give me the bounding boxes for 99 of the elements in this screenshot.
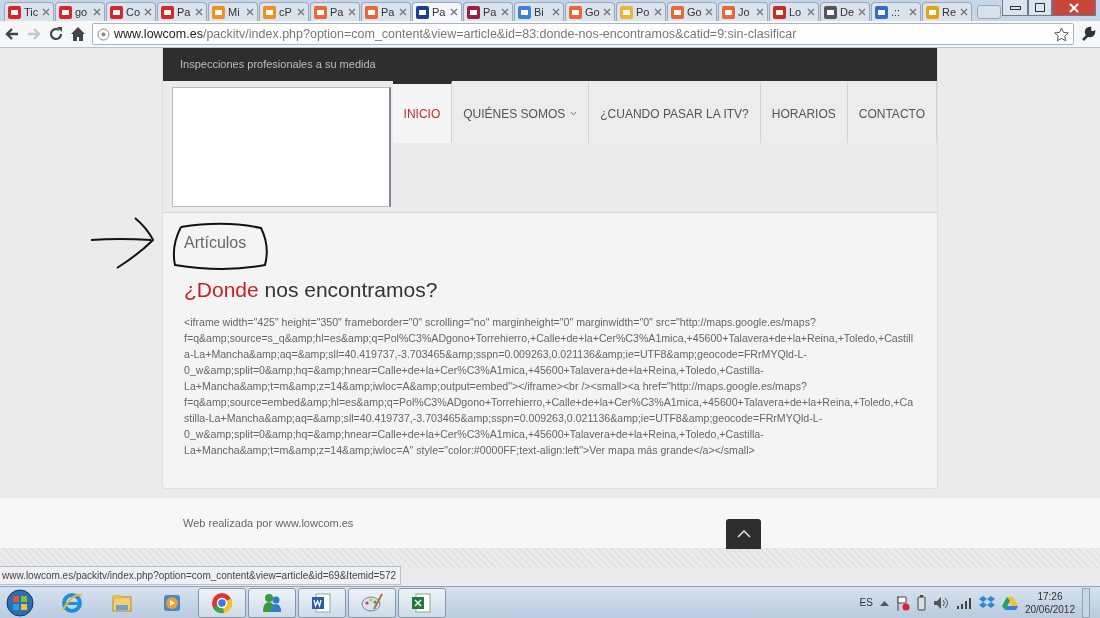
show-desktop-button[interactable] [1082, 587, 1090, 618]
site-icon [263, 5, 276, 19]
site-icon [416, 5, 429, 19]
document-icon [310, 590, 334, 615]
close-icon[interactable] [705, 8, 713, 16]
close-icon[interactable] [501, 8, 509, 16]
close-icon [1069, 2, 1079, 13]
nav-item[interactable]: INICIO [392, 81, 453, 143]
site-icon [365, 5, 378, 19]
close-icon[interactable] [399, 8, 407, 16]
close-icon[interactable] [93, 8, 101, 16]
reload-icon[interactable] [48, 26, 64, 42]
close-icon[interactable] [756, 8, 764, 16]
signal-icon[interactable] [955, 596, 972, 609]
site-icon [161, 5, 174, 19]
globe-icon [97, 27, 110, 41]
close-icon[interactable] [858, 8, 866, 16]
close-icon[interactable] [42, 8, 50, 16]
maximize-icon [1035, 3, 1045, 12]
box-icon[interactable] [978, 595, 995, 610]
close-button[interactable] [1052, 0, 1096, 16]
site-icon [722, 5, 735, 19]
taskbar-app[interactable] [348, 587, 396, 618]
site-icon [926, 5, 939, 19]
close-icon[interactable] [246, 8, 254, 16]
article-text: <iframe width="425" height="350" frameborder="0" scrolling="no" marginheight="0" marginwidth="0" src="http://maps.google.es/maps?f=q&amp;source=s_q&amp;hl=es&amp;q=Pol%C3%ADgono+Torrehierro,+Calle+de+la+Cer%C3%A1mica,+45600+Talavera+de+la+Reina,+Toledo,+Castilla-La+Mancha&amp;aq=&amp;sll=40.419737,-3.703465&amp;sspn=0.009263,0.021136&amp;ie=UTF8&amp;geocode=FRrMYQld-L-0_w&amp;split=0&amp;hq=&amp;hnear=Calle+de+la+Cer%C3%A1mica,+45600+Talavera+de+la+Reina,+Toledo,+Castilla-La+Mancha&amp;t=m&amp;z=14&amp;iwloc=A&amp;output=embed"></iframe><br /><small><a href="http://maps.google.es/maps?f=q&amp;source=embed&amp;hl=es&amp;q=Pol%C3%ADgono+Torrehierro,+Calle+de+la+Cer%C3%A1mica,+45600+Talavera+de+la+Reina,+Toledo,+Castilla-La+Mancha&amp;aq=&amp;sll=40.419737,-3.703465&amp;sspn=0.009263,0.021136&amp;ie=UTF8&amp;geocode=FRrMYQld-L-0_w&amp;split=0&amp;hq=&amp;hnear=Calle+de+la+Cer%C3%A1mica,+45600+Talavera+de+la+Reina,+Toledo,+Castilla-La+Mancha&amp;t=m&amp;z=14&amp;iwloc=A" style="color:#0000FF;text-align:left">Ver mapa más grande</a></small> [184, 315, 915, 459]
close-icon[interactable] [552, 8, 560, 16]
taskbar-app[interactable] [198, 587, 246, 618]
close-icon[interactable] [960, 8, 968, 16]
clock[interactable]: 17:26 20/06/2012 [1024, 589, 1075, 616]
browser-tab[interactable]: Re [922, 2, 972, 21]
site-icon [773, 5, 786, 19]
triangle-icon[interactable] [1001, 595, 1018, 610]
site-icon [569, 5, 582, 19]
close-icon[interactable] [297, 8, 305, 16]
browser-tab[interactable]: Pa [157, 2, 207, 21]
footer-text: Web realizada por www.lowcom.es [183, 515, 354, 531]
taskbar-app[interactable] [298, 587, 346, 618]
browser-tab[interactable]: Mi [208, 2, 258, 21]
browser-tab[interactable]: Pa [361, 2, 411, 21]
site-icon [59, 5, 72, 19]
close-icon[interactable] [195, 8, 203, 16]
close-icon[interactable] [348, 8, 356, 16]
flag-icon[interactable] [895, 594, 910, 611]
close-icon[interactable] [654, 8, 662, 16]
browser-tab[interactable]: cP [259, 2, 309, 21]
browser-tab[interactable]: Jo [718, 2, 768, 21]
category-title: Artículos [184, 233, 247, 253]
site-icon [824, 5, 837, 19]
site-icon [620, 5, 633, 19]
chrome-icon [210, 590, 234, 615]
site-icon [314, 5, 327, 19]
wrench-icon[interactable] [1080, 26, 1096, 42]
back-to-top-button[interactable] [726, 519, 761, 550]
browser-tab[interactable]: .:: [871, 2, 921, 21]
browser-tab[interactable]: De [820, 2, 870, 21]
site-icon [467, 5, 480, 19]
close-icon[interactable] [909, 8, 917, 16]
maximize-button[interactable] [1028, 0, 1052, 16]
taskbar-app[interactable] [248, 587, 296, 618]
battery-icon[interactable] [916, 594, 926, 611]
browser-icon [60, 590, 84, 615]
browser-tab[interactable]: Bi [514, 2, 564, 21]
tagline: Inspecciones profesionales a su medida [163, 48, 937, 81]
close-icon[interactable] [603, 8, 611, 16]
hand-drawn-arrow [89, 216, 157, 270]
close-icon[interactable] [450, 8, 458, 16]
show-hidden-icons[interactable] [879, 599, 889, 606]
site-icon [8, 5, 21, 19]
back-icon[interactable] [4, 26, 20, 42]
site-icon [875, 5, 888, 19]
site-icon [212, 5, 225, 19]
chevron-up-icon [736, 530, 751, 539]
volume-icon[interactable] [932, 595, 949, 610]
start-button[interactable] [4, 587, 36, 618]
browser-tab[interactable]: Lo [769, 2, 819, 21]
browser-tab[interactable]: Co [106, 2, 156, 21]
browser-tab[interactable]: go [55, 2, 105, 21]
browser-tab[interactable]: Pa [310, 2, 360, 21]
spreadsheet-icon [410, 590, 434, 615]
browser-tab[interactable]: Pa [463, 2, 513, 21]
browser-tab[interactable]: Go [565, 2, 615, 21]
close-icon[interactable] [807, 8, 815, 16]
minimize-button[interactable] [1002, 0, 1028, 16]
address-field[interactable]: www.lowcom.es/packitv/index.php?option=com_content&view=article&id=83:donde-nos-encontramos&catid=9:sin-clasificar [92, 23, 1074, 45]
site-icon [518, 5, 531, 19]
browser-tab[interactable]: Pa [412, 2, 462, 21]
site-icon [110, 5, 123, 19]
minimize-icon [1009, 5, 1021, 10]
article-title: ¿Donde nos encontramos? [184, 277, 439, 303]
browser-tab[interactable]: Tic [4, 2, 54, 21]
browser-tab[interactable]: Po [616, 2, 666, 21]
taskbar-app[interactable] [398, 587, 446, 618]
home-icon[interactable] [70, 26, 86, 42]
browser-tab[interactable]: Go [667, 2, 717, 21]
site-icon [671, 5, 684, 19]
star-icon[interactable] [1054, 26, 1069, 42]
language-indicator[interactable]: ES [859, 595, 873, 610]
close-icon[interactable] [144, 8, 152, 16]
